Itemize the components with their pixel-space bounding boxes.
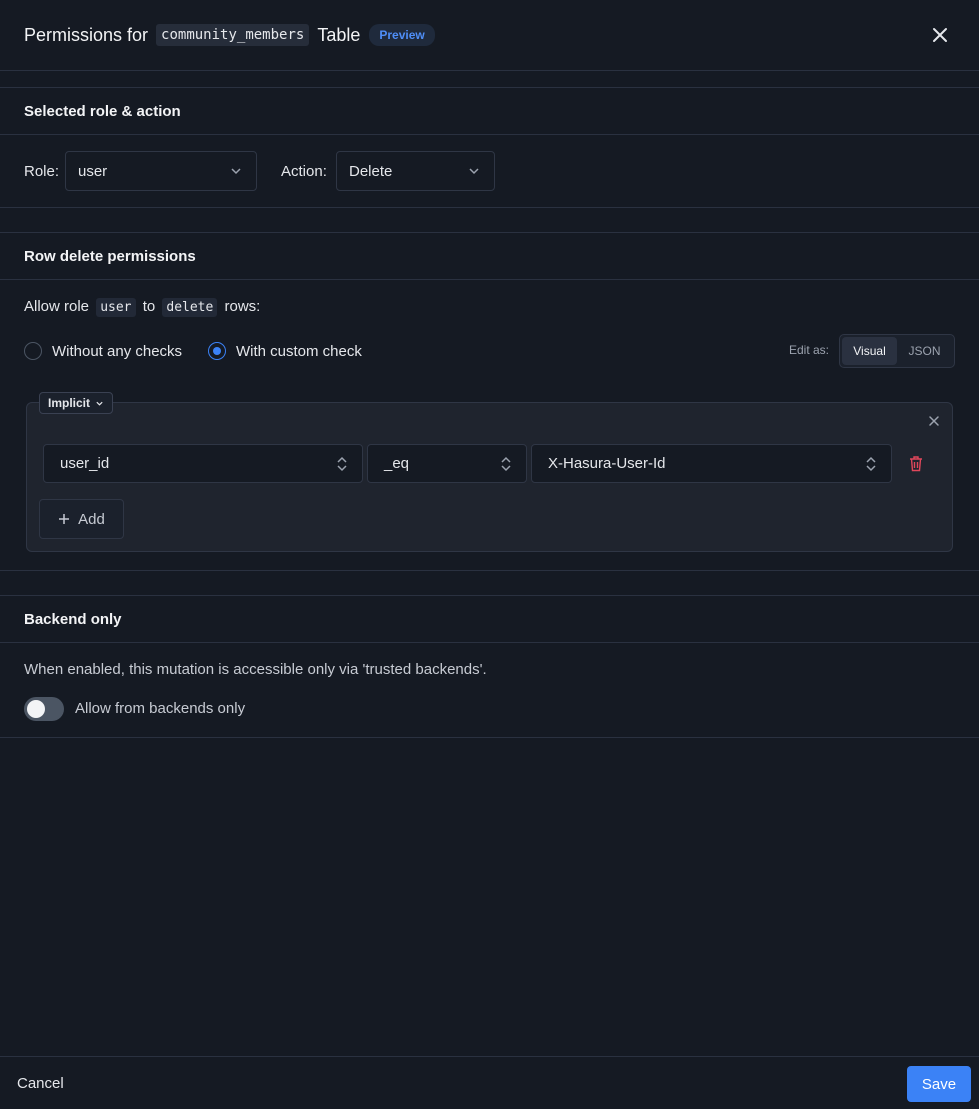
table-name: community_members: [156, 24, 310, 46]
add-label: Add: [78, 510, 105, 528]
allow-to: to: [142, 298, 156, 315]
column-value: user_id: [60, 455, 110, 472]
permissions-dialog: Permissions for community_members Table …: [0, 0, 979, 1109]
tab-json[interactable]: JSON: [897, 337, 952, 365]
chevron-down-icon: [96, 401, 103, 406]
preview-badge: Preview: [369, 24, 435, 46]
delete-rule-button[interactable]: [908, 455, 924, 472]
role-select[interactable]: user: [65, 151, 257, 191]
radio-circle-selected: [208, 342, 226, 360]
allow-suffix: rows:: [224, 298, 261, 315]
radio-circle: [24, 342, 42, 360]
tab-visual[interactable]: Visual: [842, 337, 897, 365]
title-prefix: Permissions for: [24, 24, 149, 45]
radio-with-label: With custom check: [236, 342, 362, 360]
chevron-up-down-icon: [337, 456, 347, 472]
action-label: Action:: [281, 163, 327, 180]
page-title: Permissions for community_members Table …: [24, 24, 435, 46]
cancel-button[interactable]: Cancel: [17, 1075, 64, 1092]
backend-description: When enabled, this mutation is accessibl…: [24, 661, 487, 678]
chevron-down-icon: [469, 168, 479, 175]
allow-role-text: Allow role user to delete rows:: [24, 298, 261, 317]
role-label: Role:: [24, 163, 60, 180]
radio-without-checks[interactable]: Without any checks: [24, 342, 182, 360]
plus-icon: [59, 514, 70, 524]
dialog-footer: Cancel Save: [0, 1056, 979, 1109]
section-divider: [0, 570, 979, 571]
trash-icon: [910, 456, 922, 472]
action-select[interactable]: Delete: [336, 151, 495, 191]
close-icon: [933, 28, 947, 42]
action-select-value: Delete: [349, 162, 393, 180]
backend-only-label: Allow from backends only: [75, 700, 246, 717]
operator-value: _eq: [384, 455, 410, 472]
column-select[interactable]: user_id: [43, 444, 363, 483]
chevron-up-down-icon: [866, 456, 876, 472]
section-divider: [0, 737, 979, 738]
row-section-title: Row delete permissions: [0, 232, 979, 280]
value-value: X-Hasura-User-Id: [548, 455, 666, 472]
backend-section-title: Backend only: [0, 595, 979, 643]
role-select-value: user: [78, 162, 108, 180]
operator-select[interactable]: _eq: [367, 444, 527, 483]
role-section-title: Selected role & action: [0, 87, 979, 135]
edit-as-label: Edit as:: [789, 343, 830, 357]
value-select[interactable]: X-Hasura-User-Id: [531, 444, 892, 483]
save-button[interactable]: Save: [907, 1066, 971, 1102]
title-suffix: Table: [317, 24, 361, 45]
implicit-label: Implicit: [48, 396, 91, 410]
backend-only-toggle[interactable]: [24, 697, 64, 721]
edit-mode-toggle: Visual JSON: [839, 334, 955, 368]
dialog-header: Permissions for community_members Table …: [0, 0, 979, 71]
implicit-dropdown[interactable]: Implicit: [39, 392, 114, 414]
radio-without-label: Without any checks: [52, 342, 183, 360]
allow-action-code: delete: [162, 298, 218, 317]
chevron-up-down-icon: [501, 456, 511, 472]
allow-role-code: user: [96, 298, 136, 317]
close-button[interactable]: [929, 24, 951, 46]
toggle-knob: [27, 700, 45, 718]
allow-prefix: Allow role: [24, 298, 90, 315]
close-icon: [929, 416, 939, 426]
radio-custom-check[interactable]: With custom check: [208, 342, 362, 360]
remove-group-button[interactable]: [927, 414, 941, 428]
chevron-down-icon: [231, 168, 241, 175]
add-rule-button[interactable]: Add: [39, 499, 124, 539]
section-divider: [0, 207, 979, 208]
